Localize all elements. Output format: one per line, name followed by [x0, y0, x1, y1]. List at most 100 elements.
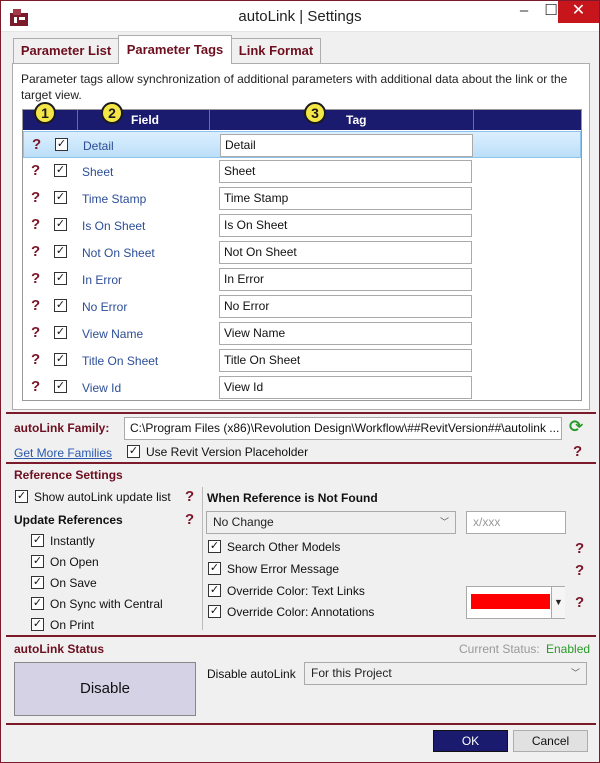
not-found-option-checkbox[interactable]: ✓	[208, 584, 221, 597]
xxx-input[interactable]: x/xxx	[466, 511, 566, 534]
help-icon[interactable]: ?	[31, 162, 40, 179]
field-label: Not On Sheet	[82, 246, 155, 260]
update-option-checkbox[interactable]: ✓	[31, 534, 44, 547]
update-option-checkbox[interactable]: ✓	[31, 576, 44, 589]
tags-description: Parameter tags allow synchronization of …	[21, 72, 568, 102]
family-help-icon[interactable]: ?	[573, 443, 582, 460]
not-found-option-checkbox[interactable]: ✓	[208, 562, 221, 575]
show-update-list-checkbox[interactable]: ✓	[15, 490, 28, 503]
ok-button[interactable]: OK	[433, 730, 508, 752]
not-found-selected: No Change	[213, 515, 274, 529]
table-row[interactable]: ? ✓ Time Stamp Time Stamp	[23, 185, 581, 212]
update-option-checkbox[interactable]: ✓	[31, 597, 44, 610]
row-checkbox[interactable]: ✓	[55, 138, 68, 151]
update-option-checkbox[interactable]: ✓	[31, 555, 44, 568]
tab-link-format[interactable]: Link Format	[231, 38, 321, 63]
use-placeholder-checkbox[interactable]: ✓	[127, 445, 140, 458]
row-checkbox[interactable]: ✓	[54, 326, 67, 339]
tag-input[interactable]: Sheet	[219, 160, 472, 183]
update-option-label: On Sync with Central	[50, 597, 163, 611]
parameter-tags-panel: Parameter tags allow synchronization of …	[12, 63, 590, 410]
field-label: Title On Sheet	[82, 354, 159, 368]
current-status-label: Current Status:	[459, 642, 540, 656]
update-list-help-icon[interactable]: ?	[185, 488, 194, 505]
tag-input[interactable]: View Name	[219, 322, 472, 345]
settings-window: autoLink | Settings – ☐ ✕ Parameter List…	[0, 0, 600, 763]
divider	[6, 462, 596, 464]
help-icon[interactable]: ?	[31, 297, 40, 314]
override-color-picker[interactable]: ▼	[466, 586, 565, 619]
tag-input[interactable]: Time Stamp	[219, 187, 472, 210]
table-row[interactable]: ? ✓ Not On Sheet Not On Sheet	[23, 239, 581, 266]
tag-input[interactable]: In Error	[219, 268, 472, 291]
help-icon[interactable]: ?	[31, 324, 40, 341]
help-icon[interactable]: ?	[31, 270, 40, 287]
get-more-families-link[interactable]: Get More Families	[14, 446, 112, 460]
search-models-help-icon[interactable]: ?	[575, 540, 584, 557]
tag-input[interactable]: Not On Sheet	[219, 241, 472, 264]
not-found-option-label: Override Color: Annotations	[227, 605, 375, 619]
tag-input[interactable]: Title On Sheet	[219, 349, 472, 372]
help-icon[interactable]: ?	[31, 243, 40, 260]
field-label: Is On Sheet	[82, 219, 146, 233]
row-checkbox[interactable]: ✓	[54, 353, 67, 366]
update-references-help-icon[interactable]: ?	[185, 511, 194, 528]
divider	[6, 723, 596, 725]
table-row[interactable]: ? ✓ Title On Sheet Title On Sheet	[23, 347, 581, 374]
divider	[6, 635, 596, 637]
table-row[interactable]: ? ✓ Is On Sheet Is On Sheet	[23, 212, 581, 239]
header-tag-column[interactable]	[210, 110, 474, 130]
table-row[interactable]: ? ✓ View Id View Id	[23, 374, 581, 400]
update-option-label: Instantly	[50, 534, 95, 548]
close-button[interactable]: ✕	[558, 1, 599, 23]
table-row[interactable]: ? ✓ No Error No Error	[23, 293, 581, 320]
disable-scope-select[interactable]: For this Project ﹀	[304, 662, 587, 685]
divider	[6, 412, 596, 414]
row-checkbox[interactable]: ✓	[54, 380, 67, 393]
tag-input[interactable]: View Id	[219, 376, 472, 399]
badge-1: 1	[34, 102, 56, 124]
update-option-label: On Print	[50, 618, 95, 632]
row-checkbox[interactable]: ✓	[54, 272, 67, 285]
table-row[interactable]: ? ✓ View Name View Name	[23, 320, 581, 347]
table-row[interactable]: ? ✓ In Error In Error	[23, 266, 581, 293]
row-checkbox[interactable]: ✓	[54, 245, 67, 258]
row-checkbox[interactable]: ✓	[54, 299, 67, 312]
help-icon[interactable]: ?	[31, 378, 40, 395]
not-found-select[interactable]: No Change ﹀	[206, 511, 456, 534]
tab-parameter-list[interactable]: Parameter List	[13, 38, 119, 63]
tag-input[interactable]: Detail	[220, 134, 473, 157]
update-option-checkbox[interactable]: ✓	[31, 618, 44, 631]
not-found-option-checkbox[interactable]: ✓	[208, 540, 221, 553]
update-option-label: On Open	[50, 555, 99, 569]
color-dropdown-arrow-icon[interactable]: ▼	[551, 587, 565, 618]
refresh-icon[interactable]: ⟳	[569, 417, 583, 437]
row-checkbox[interactable]: ✓	[54, 218, 67, 231]
reference-settings-title: Reference Settings	[14, 468, 123, 482]
family-label: autoLink Family:	[14, 421, 110, 435]
title-bar[interactable]: autoLink | Settings – ☐ ✕	[1, 1, 599, 32]
not-found-option-label: Override Color: Text Links	[227, 584, 365, 598]
row-checkbox[interactable]: ✓	[54, 164, 67, 177]
error-message-help-icon[interactable]: ?	[575, 562, 584, 579]
table-row[interactable]: ? ✓ Sheet Sheet	[23, 158, 581, 185]
tag-input[interactable]: Is On Sheet	[219, 214, 472, 237]
chevron-down-icon: ﹀	[570, 668, 580, 678]
tab-parameter-tags[interactable]: Parameter Tags	[118, 35, 232, 64]
cancel-button[interactable]: Cancel	[513, 730, 588, 752]
column-divider	[202, 487, 203, 630]
window-title: autoLink | Settings	[238, 8, 362, 25]
disable-button[interactable]: Disable	[14, 662, 196, 716]
row-checkbox[interactable]: ✓	[54, 191, 67, 204]
help-icon[interactable]: ?	[32, 136, 41, 153]
tag-input[interactable]: No Error	[219, 295, 472, 318]
override-color-help-icon[interactable]: ?	[575, 594, 584, 611]
not-found-option-checkbox[interactable]: ✓	[208, 605, 221, 618]
minimize-button[interactable]: –	[511, 1, 537, 23]
badge-2: 2	[101, 102, 123, 124]
help-icon[interactable]: ?	[31, 351, 40, 368]
help-icon[interactable]: ?	[31, 216, 40, 233]
family-path-input[interactable]: C:\Program Files (x86)\Revolution Design…	[124, 417, 562, 440]
table-row[interactable]: ? ✓ Detail Detail	[23, 131, 581, 158]
help-icon[interactable]: ?	[31, 189, 40, 206]
